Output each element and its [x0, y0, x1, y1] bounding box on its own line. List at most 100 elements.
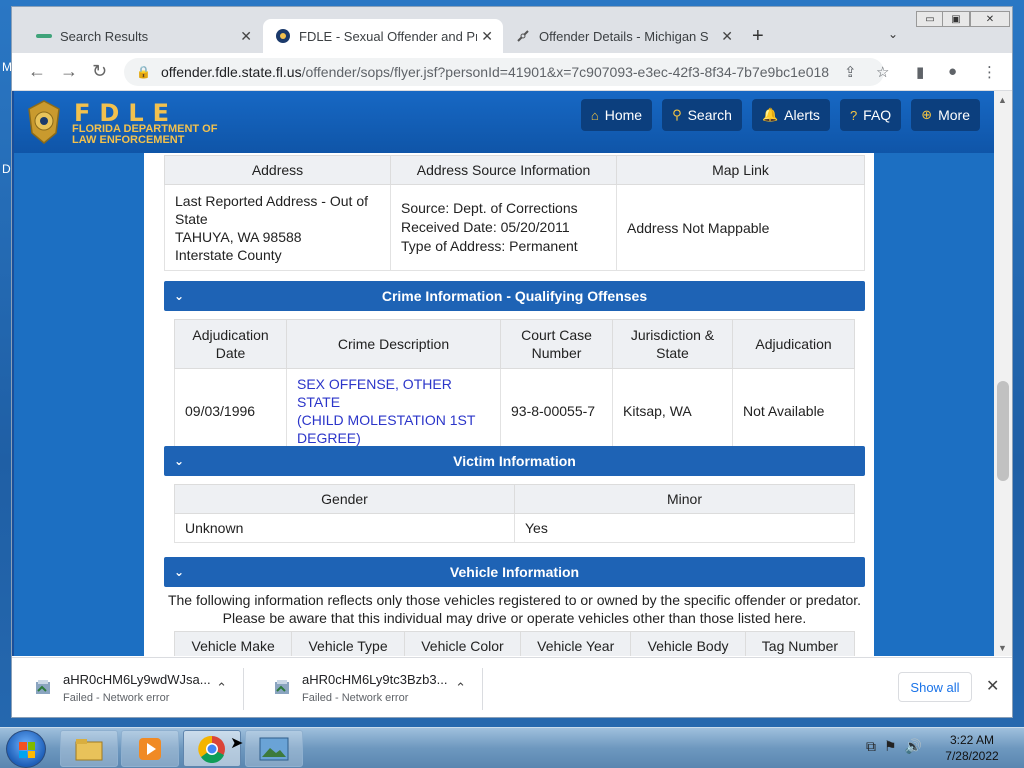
minimize-icon[interactable]: ▭: [916, 11, 944, 27]
chevron-up-icon[interactable]: ⌃: [216, 680, 227, 696]
lock-icon[interactable]: 🔒: [136, 65, 151, 79]
scroll-up-arrow-icon[interactable]: ▲: [998, 95, 1007, 105]
address-bar[interactable]: 🔒 offender.fdle.state.fl.us/offender/sop…: [124, 58, 884, 86]
source-cell: Source: Dept. of Corrections Received Da…: [390, 184, 617, 271]
scroll-down-arrow-icon[interactable]: ▼: [998, 643, 1007, 653]
system-tray: ⧉ ⚑ 🔊: [866, 738, 922, 755]
tab-close-icon[interactable]: ✕: [240, 28, 252, 45]
victim-section-header[interactable]: ⌄ Victim Information: [164, 446, 865, 476]
nav-alerts-button[interactable]: 🔔 Alerts: [751, 99, 830, 131]
taskbar-media-player[interactable]: [121, 730, 179, 767]
action-center-flag-icon[interactable]: ⚑: [884, 738, 897, 755]
jurisdiction-cell: Kitsap, WA: [612, 368, 733, 454]
tab-search-menu-icon[interactable]: ⌄: [888, 27, 898, 41]
page-scrollbar[interactable]: ▲ ▼: [994, 91, 1012, 656]
section-title: Crime Information - Qualifying Offenses: [381, 288, 648, 304]
vehicle-disclaimer: The following information reflects only …: [164, 591, 865, 627]
start-button[interactable]: [6, 730, 46, 768]
link-favicon-icon: [515, 28, 531, 44]
show-all-button[interactable]: Show all: [898, 672, 972, 702]
volume-icon[interactable]: 🔊: [905, 738, 922, 755]
windows-logo-icon: [19, 742, 35, 758]
clock[interactable]: 3:22 AM 7/28/2022: [940, 732, 1004, 764]
window-close-icon[interactable]: ✕: [970, 11, 1010, 27]
crime-table: Adjudication Date Crime Description Cour…: [174, 319, 855, 454]
site-favicon-icon: [36, 28, 52, 44]
crime-section-header[interactable]: ⌄ Crime Information - Qualifying Offense…: [164, 281, 865, 311]
site-nav: ⌂ Home ⚲ Search 🔔 Alerts ? FAQ ⊕ More: [580, 99, 980, 131]
crime-description-line[interactable]: DEGREE): [297, 429, 490, 447]
tab-michigan[interactable]: Offender Details - Michigan Sex Offender…: [503, 19, 743, 53]
question-icon: ?: [849, 107, 858, 123]
fdle-badge-icon[interactable]: [26, 99, 62, 145]
column-header: Adjudication: [732, 319, 855, 369]
nav-faq-button[interactable]: ? FAQ: [839, 99, 902, 131]
download-status: Failed - Network error: [302, 692, 409, 704]
nav-search-button[interactable]: ⚲ Search: [662, 99, 742, 131]
crime-description-line[interactable]: SEX OFFENSE, OTHER STATE: [297, 375, 490, 411]
column-header: Vehicle Make: [173, 631, 293, 656]
tab-close-icon[interactable]: ✕: [481, 28, 493, 45]
web-page: FDLE FLORIDA DEPARTMENT OF LAW ENFORCEME…: [12, 91, 1012, 656]
main-content: Address Address Source Information Map L…: [144, 153, 874, 656]
side-panel-icon[interactable]: ▮: [916, 63, 924, 81]
download-item[interactable]: aHR0cHM6Ly9wdWJsa... Failed - Network er…: [12, 668, 244, 710]
nav-label: More: [938, 107, 970, 123]
column-header: Jurisdiction & State: [612, 319, 733, 369]
site-header: FDLE FLORIDA DEPARTMENT OF LAW ENFORCEME…: [14, 91, 994, 153]
nav-label: Search: [687, 107, 732, 123]
taskbar-explorer[interactable]: [60, 730, 118, 767]
nav-more-button[interactable]: ⊕ More: [911, 99, 980, 131]
vehicle-table: Vehicle Make Vehicle Type Vehicle Color …: [173, 631, 856, 656]
vehicle-section-header[interactable]: ⌄ Vehicle Information: [164, 557, 865, 587]
maximize-icon[interactable]: ▣: [942, 11, 970, 27]
home-icon: ⌂: [590, 107, 599, 123]
table-row: 09/03/1996 SEX OFFENSE, OTHER STATE (CHI…: [174, 368, 855, 454]
forward-icon[interactable]: →: [60, 61, 78, 82]
scrollbar-thumb[interactable]: [997, 381, 1009, 481]
fdle-favicon-icon: [275, 28, 291, 44]
address-line: Last Reported Address - Out of: [175, 192, 368, 209]
chevron-up-icon[interactable]: ⌃: [455, 680, 466, 696]
nav-home-button[interactable]: ⌂ Home: [580, 99, 653, 131]
bookmark-star-icon[interactable]: ☆: [876, 63, 889, 81]
windows-taskbar: ⧉ ⚑ 🔊 3:22 AM 7/28/2022: [0, 727, 1024, 768]
header-line: State: [656, 345, 689, 361]
tab-search-results[interactable]: Search Results ✕: [24, 19, 262, 53]
mouse-cursor-icon: ➤: [230, 735, 244, 752]
tab-fdle[interactable]: FDLE - Sexual Offender and Predator ✕: [263, 19, 503, 53]
header-line: Adjudication: [192, 327, 269, 343]
disclaimer-line: Please be aware that this individual may…: [222, 610, 807, 626]
share-icon[interactable]: ⇪: [844, 63, 857, 81]
download-item[interactable]: aHR0cHM6Ly9tc3Bzb3... Failed - Network e…: [251, 668, 483, 710]
column-header: Adjudication Date: [174, 319, 287, 369]
clock-time: 3:22 AM: [949, 733, 995, 747]
crime-description-line[interactable]: (CHILD MOLESTATION 1ST: [297, 411, 490, 429]
crime-description-link[interactable]: SEX OFFENSE, OTHER STATE (CHILD MOLESTAT…: [286, 368, 501, 454]
logo-subtitle-line: LAW ENFORCEMENT: [72, 134, 185, 146]
page-gutter-right: [874, 153, 994, 656]
back-icon[interactable]: ←: [28, 61, 46, 82]
download-status: Failed - Network error: [63, 692, 170, 704]
profile-icon[interactable]: ●: [948, 63, 957, 80]
desktop-edge-letter: D: [2, 162, 11, 176]
section-title: Victim Information: [453, 453, 576, 469]
image-viewer-icon: [259, 737, 289, 760]
reload-icon[interactable]: ↻: [92, 61, 107, 82]
new-tab-icon[interactable]: +: [752, 25, 764, 48]
file-icon: [275, 680, 289, 694]
header-line: Jurisdiction &: [630, 327, 715, 343]
close-icon[interactable]: ✕: [986, 676, 999, 696]
column-header: Vehicle Year: [520, 631, 632, 656]
adjudication-cell: Not Available: [732, 368, 855, 454]
network-icon[interactable]: ⧉: [866, 738, 876, 755]
disclaimer-line: The following information reflects only …: [167, 592, 862, 608]
tab-close-icon[interactable]: ✕: [721, 28, 733, 45]
chevron-down-icon: ⌄: [174, 454, 185, 468]
column-header: Vehicle Type: [291, 631, 405, 656]
url-host: offender.fdle.state.fl.us: [160, 64, 302, 80]
tab-title: Offender Details - Michigan Sex Offender: [539, 28, 709, 44]
browser-menu-icon[interactable]: ⋮: [982, 63, 997, 81]
bell-icon: 🔔: [761, 107, 779, 122]
taskbar-photo-viewer[interactable]: [245, 730, 303, 767]
